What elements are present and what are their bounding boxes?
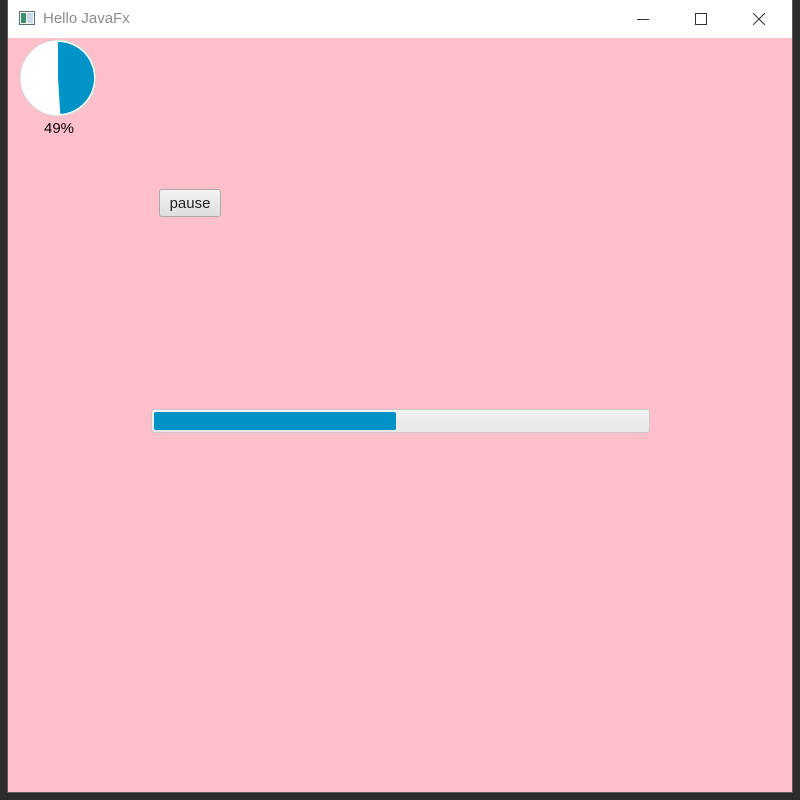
progress-indicator [19, 39, 97, 117]
scene-content: 49% pause [8, 38, 792, 792]
minimize-icon [637, 19, 649, 20]
maximize-icon [695, 13, 707, 25]
window-title: Hello JavaFx [43, 10, 130, 27]
pause-button[interactable]: pause [159, 189, 221, 217]
progress-indicator-slice [58, 41, 95, 114]
maximize-button[interactable] [672, 0, 730, 38]
progress-indicator-label: 49% [43, 120, 75, 137]
minimize-button[interactable] [614, 0, 672, 38]
progress-bar-fill [154, 412, 396, 430]
app-window: Hello JavaFx 49% pause [8, 0, 792, 792]
title-bar[interactable]: Hello JavaFx [8, 0, 792, 38]
progress-indicator-graphic [19, 39, 97, 117]
close-button[interactable] [730, 0, 788, 38]
progress-bar [151, 409, 650, 433]
close-icon [753, 13, 765, 25]
window-app-icon [19, 11, 35, 25]
